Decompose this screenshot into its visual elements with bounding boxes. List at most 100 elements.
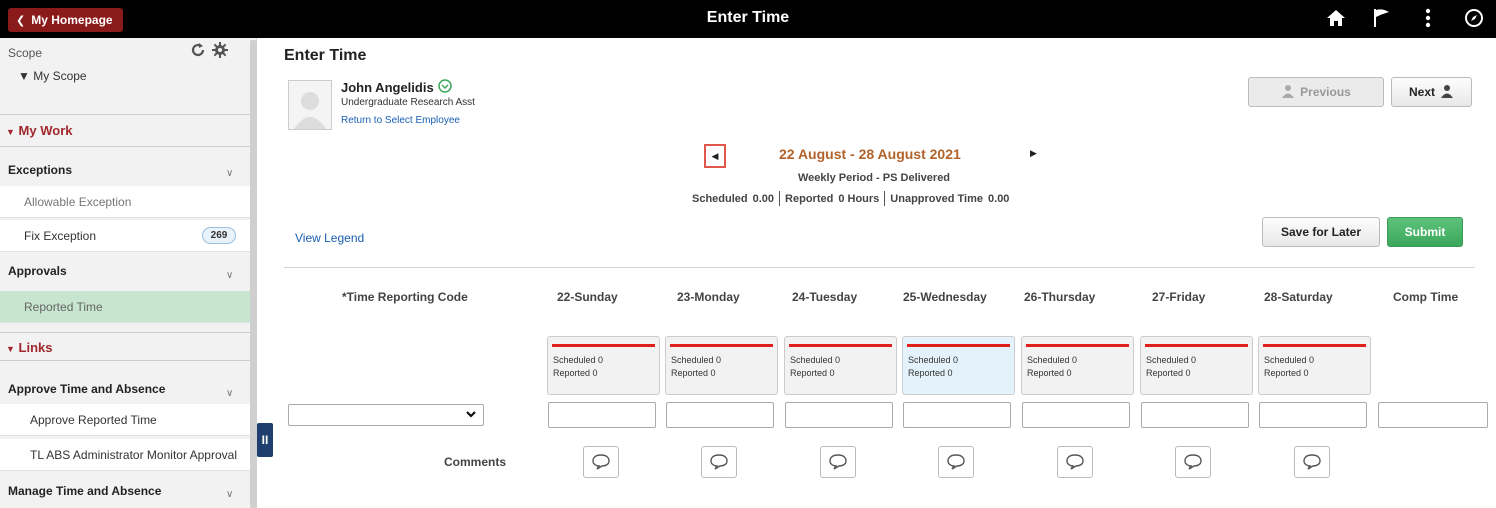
- submit-button[interactable]: Submit: [1387, 217, 1463, 247]
- count-badge: 269: [202, 227, 236, 244]
- comments-label: Comments: [444, 455, 507, 469]
- links-section[interactable]: ▼ Links: [6, 340, 53, 355]
- manage-time-group[interactable]: Manage Time and Absence: [8, 484, 161, 498]
- scheduled-value: 0.00: [752, 192, 775, 205]
- return-to-select-employee-link[interactable]: Return to Select Employee: [341, 115, 460, 126]
- hours-input-saturday[interactable]: [1259, 402, 1367, 428]
- day-summary-card[interactable]: Scheduled 0 Reported 0: [1140, 336, 1253, 395]
- scheduled-text: Scheduled 0: [671, 355, 722, 365]
- hours-input-monday[interactable]: [666, 402, 774, 428]
- submit-label: Submit: [1404, 225, 1446, 239]
- approvals-group[interactable]: Approvals: [8, 264, 67, 278]
- sidebar: Scope ▼ My Scope ▼ My Work Exceptions ∨ …: [0, 38, 257, 508]
- comp-time-input[interactable]: [1378, 402, 1488, 428]
- hours-input-tuesday[interactable]: [785, 402, 893, 428]
- day-summary-card[interactable]: Scheduled 0 Reported 0: [547, 336, 660, 395]
- comment-button-tuesday[interactable]: [820, 446, 856, 478]
- previous-period-button[interactable]: ◀: [704, 144, 726, 168]
- sidebar-item-label: Approve Reported Time: [30, 412, 157, 427]
- comment-button-sunday[interactable]: [583, 446, 619, 478]
- my-scope-toggle[interactable]: ▼ My Scope: [18, 69, 87, 83]
- caret-down-icon: ▼: [6, 344, 15, 354]
- previous-label: Previous: [1300, 85, 1351, 99]
- save-for-later-label: Save for Later: [1280, 225, 1362, 239]
- hours-input-wednesday[interactable]: [903, 402, 1011, 428]
- day-header: 27-Friday: [1152, 290, 1206, 304]
- sidebar-item-approve-reported-time[interactable]: Approve Reported Time: [0, 404, 250, 436]
- comment-button-thursday[interactable]: [1057, 446, 1093, 478]
- comment-button-saturday[interactable]: [1294, 446, 1330, 478]
- reported-text: Reported 0: [1264, 368, 1309, 378]
- divider: [0, 360, 250, 361]
- compass-icon[interactable]: [1462, 6, 1486, 30]
- home-icon[interactable]: [1324, 6, 1348, 30]
- speech-bubble-icon: [592, 454, 610, 470]
- chevron-down-icon[interactable]: ∨: [226, 270, 233, 281]
- hours-input-sunday[interactable]: [548, 402, 656, 428]
- sidebar-item-label: Allowable Exception: [24, 194, 132, 209]
- time-reporting-code-select[interactable]: [288, 404, 484, 426]
- schedule-bar: [907, 344, 1010, 347]
- comment-button-friday[interactable]: [1175, 446, 1211, 478]
- day-header: 24-Tuesday: [792, 290, 858, 304]
- gear-icon[interactable]: [212, 42, 228, 61]
- reported-value: 0 Hours: [838, 192, 880, 205]
- my-homepage-button[interactable]: ❮ My Homepage: [8, 8, 123, 32]
- unapproved-label: Unapproved Time: [890, 192, 984, 205]
- day-header: 23-Monday: [677, 290, 740, 304]
- speech-bubble-icon: [1184, 454, 1202, 470]
- comment-button-wednesday[interactable]: [938, 446, 974, 478]
- day-summary-card[interactable]: Scheduled 0 Reported 0: [1021, 336, 1134, 395]
- refresh-icon[interactable]: [190, 42, 206, 61]
- sidebar-scrollbar[interactable]: [250, 40, 257, 508]
- person-icon: [1281, 84, 1295, 101]
- day-summary-card[interactable]: Scheduled 0 Reported 0: [1258, 336, 1371, 395]
- schedule-bar: [1026, 344, 1129, 347]
- schedule-bar: [552, 344, 655, 347]
- hours-input-friday[interactable]: [1141, 402, 1249, 428]
- comment-button-monday[interactable]: [701, 446, 737, 478]
- scope-actions: [190, 42, 228, 61]
- schedule-bar: [670, 344, 773, 347]
- more-icon[interactable]: [1416, 6, 1440, 30]
- hours-input-thursday[interactable]: [1022, 402, 1130, 428]
- scheduled-text: Scheduled 0: [790, 355, 841, 365]
- my-scope-label: My Scope: [33, 69, 87, 83]
- chevron-down-icon[interactable]: ∨: [226, 489, 233, 500]
- next-label: Next: [1408, 85, 1435, 99]
- sidebar-item-allowable-exception[interactable]: Allowable Exception: [0, 186, 250, 218]
- my-work-section[interactable]: ▼ My Work: [6, 123, 72, 138]
- divider: [284, 267, 1475, 268]
- speech-bubble-icon: [947, 454, 965, 470]
- sidebar-item-label: Fix Exception: [24, 228, 97, 243]
- banner-title: Enter Time: [706, 9, 790, 26]
- sidebar-collapse-handle[interactable]: II: [257, 423, 273, 457]
- scheduled-label: Scheduled: [692, 192, 748, 205]
- day-header: 22-Sunday: [557, 290, 618, 304]
- sidebar-item-reported-time[interactable]: Reported Time: [0, 291, 250, 323]
- scheduled-text: Scheduled 0: [908, 355, 959, 365]
- reported-text: Reported 0: [790, 368, 835, 378]
- chevron-down-icon[interactable]: ∨: [226, 388, 233, 399]
- day-summary-card[interactable]: Scheduled 0 Reported 0: [665, 336, 778, 395]
- exceptions-group[interactable]: Exceptions: [8, 163, 72, 177]
- day-summary-card[interactable]: Scheduled 0 Reported 0: [902, 336, 1015, 395]
- previous-button[interactable]: Previous: [1248, 77, 1384, 107]
- view-legend-link[interactable]: View Legend: [295, 231, 364, 245]
- chevron-circle-icon[interactable]: [437, 79, 452, 96]
- flag-icon[interactable]: [1370, 6, 1394, 30]
- chevron-down-icon[interactable]: ∨: [226, 168, 233, 179]
- schedule-bar: [789, 344, 892, 347]
- schedule-bar: [1263, 344, 1366, 347]
- approve-time-group[interactable]: Approve Time and Absence: [8, 382, 165, 396]
- save-for-later-button[interactable]: Save for Later: [1262, 217, 1380, 247]
- next-button[interactable]: Next: [1391, 77, 1472, 107]
- sidebar-item-tl-abs-monitor[interactable]: TL ABS Administrator Monitor Approval: [0, 439, 250, 471]
- time-summary: Scheduled 0.00 Reported 0 Hours Unapprov…: [692, 191, 1009, 206]
- day-header: 26-Thursday: [1024, 290, 1096, 304]
- page-title: Enter Time: [284, 47, 367, 64]
- unapproved-value: 0.00: [988, 192, 1010, 205]
- next-period-button[interactable]: ▶: [1030, 148, 1037, 159]
- day-summary-card[interactable]: Scheduled 0 Reported 0: [784, 336, 897, 395]
- sidebar-item-fix-exception[interactable]: Fix Exception 269: [0, 220, 250, 252]
